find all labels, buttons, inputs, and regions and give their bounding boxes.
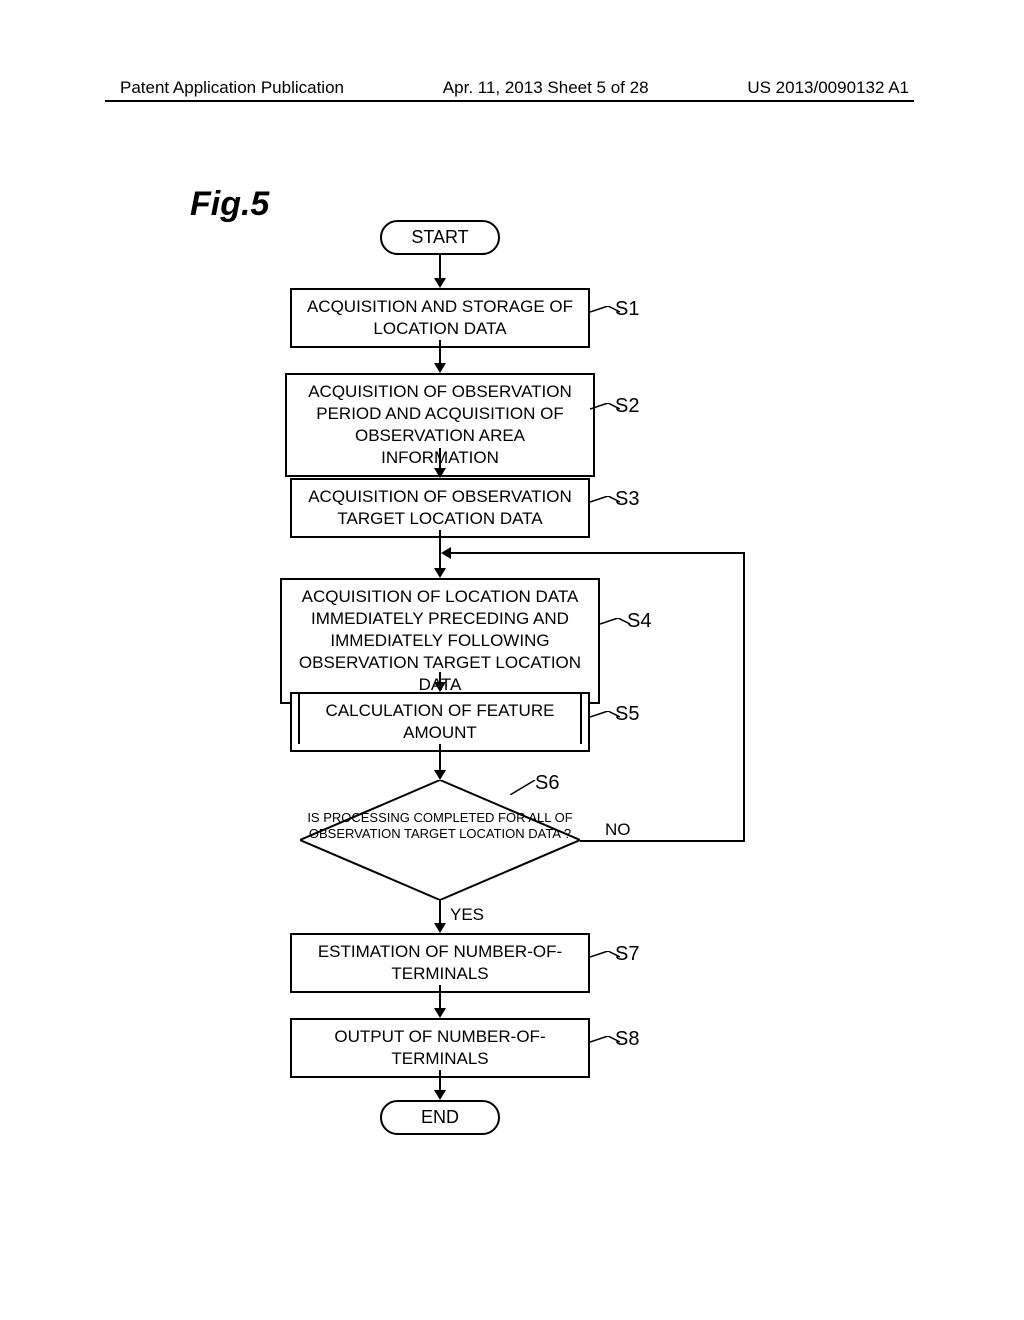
terminal-start: START <box>380 220 500 255</box>
connector <box>439 744 441 772</box>
connector <box>439 448 441 470</box>
connector <box>439 255 441 280</box>
page-header: Patent Application Publication Apr. 11, … <box>0 78 1024 98</box>
arrow-down-icon <box>434 568 446 578</box>
arrow-down-icon <box>434 682 446 692</box>
header-divider <box>105 100 914 102</box>
header-publication: Patent Application Publication <box>120 78 344 98</box>
double-bar <box>580 692 582 744</box>
yes-label: YES <box>450 905 484 925</box>
step-label-s7: S7 <box>615 943 639 966</box>
step-label-s4: S4 <box>627 610 651 633</box>
connector <box>439 340 441 365</box>
loop-line <box>580 840 745 842</box>
step-label-s5: S5 <box>615 703 639 726</box>
loop-line <box>743 552 745 842</box>
arrow-down-icon <box>434 1008 446 1018</box>
step-label-s6: S6 <box>535 772 559 795</box>
arrow-down-icon <box>434 923 446 933</box>
step-label-s8: S8 <box>615 1028 639 1051</box>
connector <box>439 985 441 1010</box>
header-date-sheet: Apr. 11, 2013 Sheet 5 of 28 <box>443 78 649 98</box>
connector <box>439 1070 441 1092</box>
figure-number: Fig.5 <box>190 185 269 224</box>
arrow-down-icon <box>434 468 446 478</box>
step-label-s3: S3 <box>615 488 639 511</box>
double-bar <box>298 692 300 744</box>
step-label-s2: S2 <box>615 395 639 418</box>
terminal-end: END <box>380 1100 500 1135</box>
no-label: NO <box>605 820 631 840</box>
arrow-down-icon <box>434 363 446 373</box>
connector <box>439 900 441 925</box>
arrow-down-icon <box>434 770 446 780</box>
loop-line <box>449 552 745 554</box>
decision-text: IS PROCESSING COMPLETED FOR ALL OF OBSER… <box>300 810 580 843</box>
header-patent-number: US 2013/0090132 A1 <box>747 78 909 98</box>
decision-s6: IS PROCESSING COMPLETED FOR ALL OF OBSER… <box>300 780 580 900</box>
arrow-down-icon <box>434 1090 446 1100</box>
step-label-s1: S1 <box>615 298 639 321</box>
arrow-down-icon <box>434 278 446 288</box>
label-connector <box>600 618 630 630</box>
